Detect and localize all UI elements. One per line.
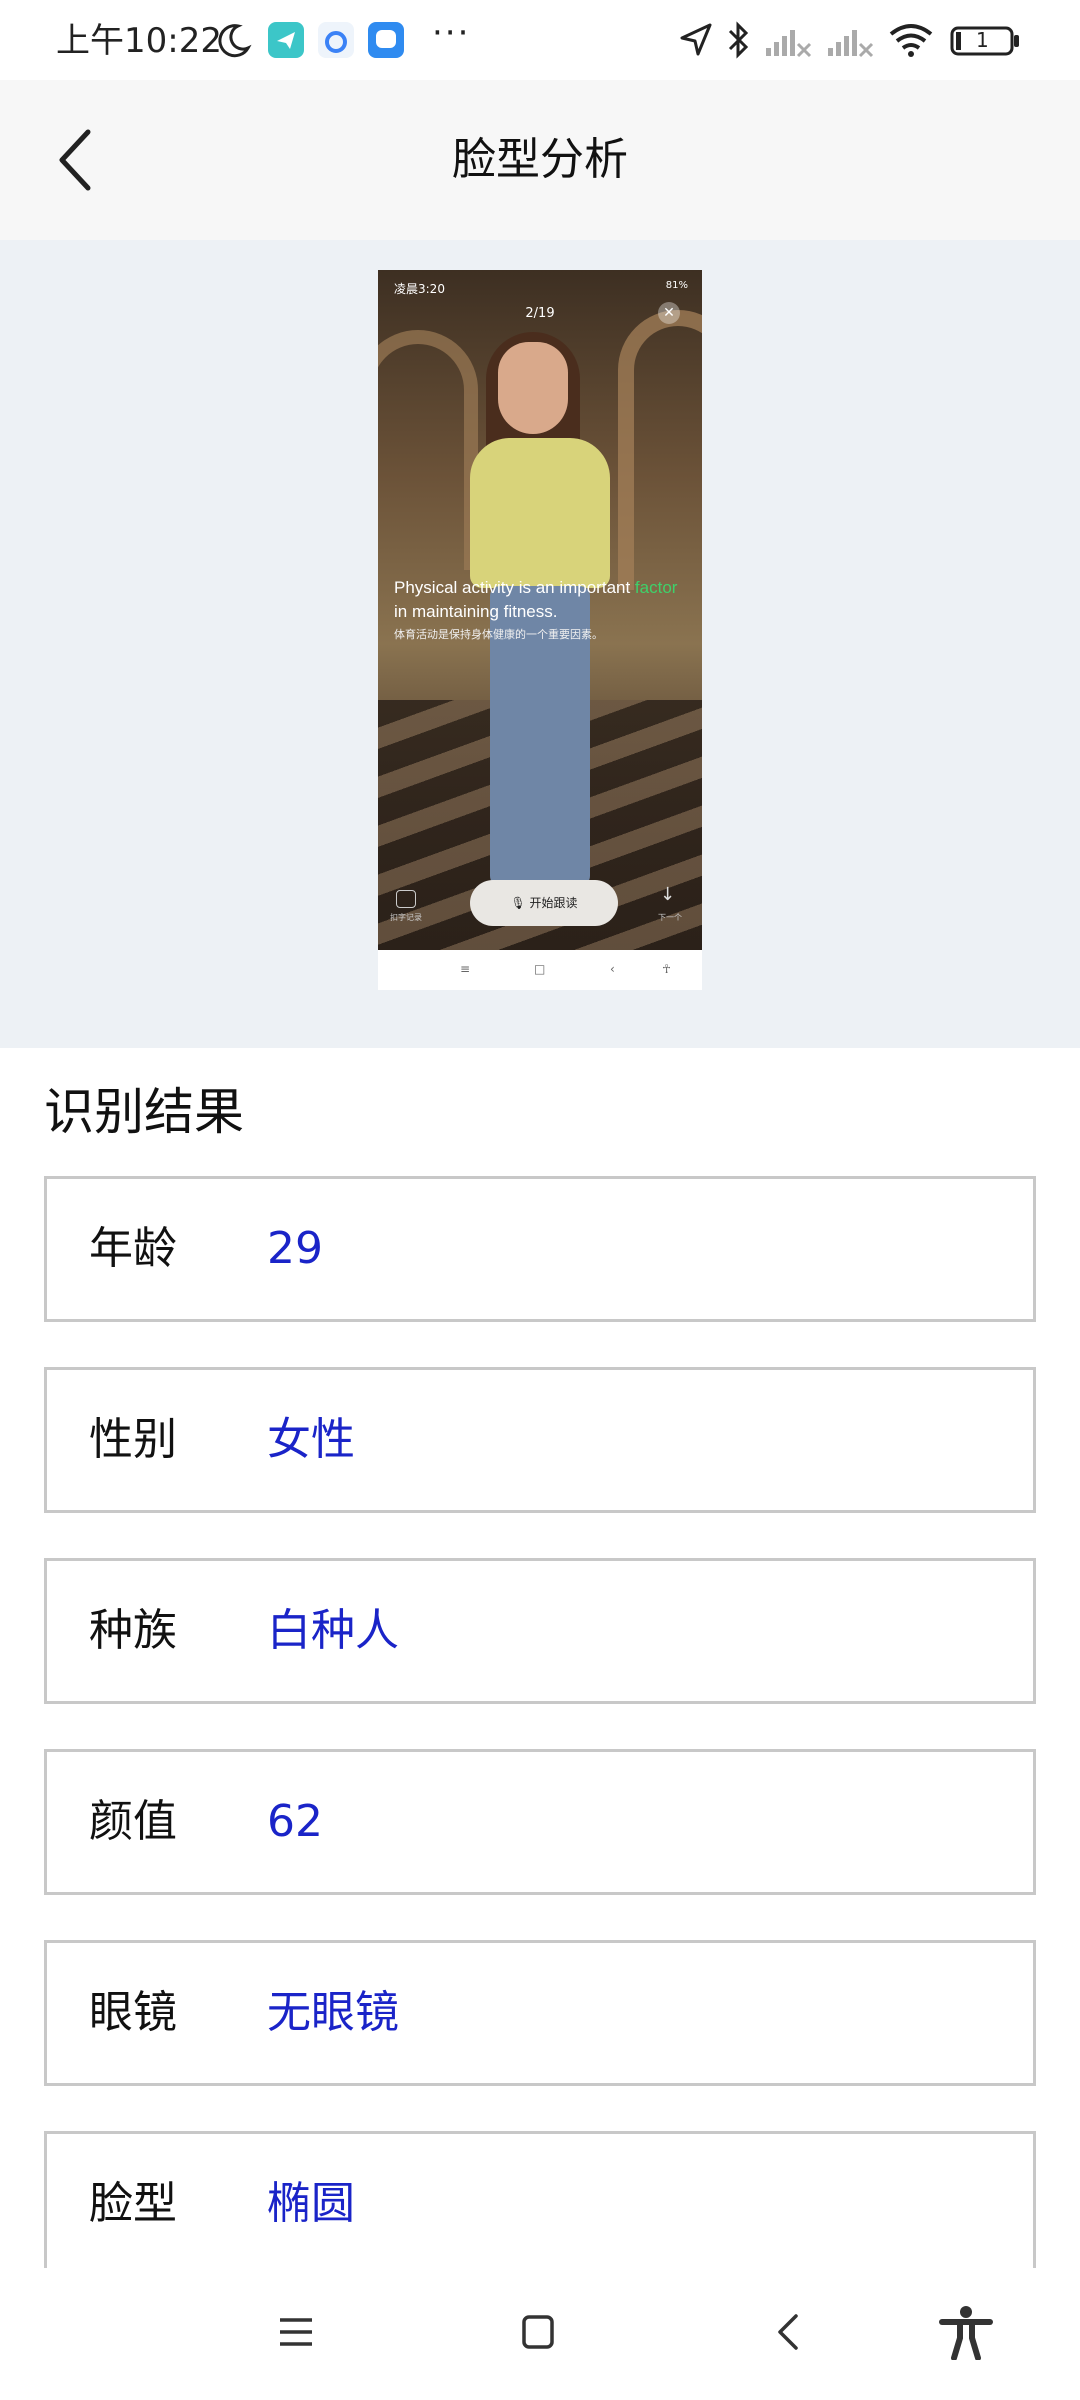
preview-next-icon: ↓ bbox=[660, 884, 676, 905]
result-label: 性别 bbox=[89, 1414, 177, 1465]
location-icon bbox=[676, 20, 716, 64]
preview-menu-icon: ≡ bbox=[460, 962, 471, 976]
image-preview-area: 凌晨3:20 81% 2/19 ✕ Physical activity is a… bbox=[0, 240, 1080, 1048]
result-value: 女性 bbox=[267, 1414, 355, 1465]
arch-decoration bbox=[378, 330, 478, 570]
signal-icon bbox=[764, 20, 814, 64]
results-title: 识别结果 bbox=[44, 1083, 244, 1141]
preview-right-label: 下一个 bbox=[658, 913, 682, 922]
preview-mic-button: 🎙 开始跟读 bbox=[470, 880, 618, 926]
preview-subtitle-en: Physical activity is an important factor… bbox=[394, 578, 678, 621]
preview-record-icon bbox=[396, 890, 416, 908]
menu-icon[interactable] bbox=[276, 2312, 316, 2356]
preview-status-battery: 81% bbox=[665, 280, 688, 291]
preview-navbar: ≡ □ ‹ ☥ bbox=[378, 950, 702, 990]
result-row-gender: 性别 女性 bbox=[44, 1367, 1036, 1513]
back-icon[interactable] bbox=[768, 2312, 808, 2356]
result-row-face-shape: 脸型 椭圆 bbox=[44, 2131, 1036, 2277]
status-bar: 上午10:22 ··· 1 bbox=[0, 0, 1080, 80]
result-row-glasses: 眼镜 无眼镜 bbox=[44, 1940, 1036, 2086]
person-face bbox=[498, 342, 568, 434]
telegram-app-icon bbox=[268, 22, 304, 58]
preview-left-label: 扣字记录 bbox=[390, 913, 422, 922]
preview-home-icon: □ bbox=[534, 962, 546, 976]
chat-app-icon bbox=[368, 22, 404, 58]
battery-level: 1 bbox=[976, 28, 989, 52]
arch-decoration bbox=[618, 310, 702, 590]
result-label: 颜值 bbox=[89, 1796, 177, 1847]
preview-status-time: 凌晨3:20 bbox=[394, 282, 445, 296]
preview-subtitle-cn: 体育活动是保持身体健康的一个重要因素。 bbox=[394, 628, 603, 641]
result-value: 白种人 bbox=[267, 1605, 399, 1656]
page-title: 脸型分析 bbox=[452, 134, 628, 185]
preview-accessibility-icon: ☥ bbox=[662, 962, 671, 976]
more-notifications-icon: ··· bbox=[432, 13, 471, 53]
result-value: 62 bbox=[267, 1796, 323, 1847]
home-icon[interactable] bbox=[518, 2312, 558, 2356]
result-value: 椭圆 bbox=[267, 2178, 355, 2229]
bluetooth-icon bbox=[724, 20, 752, 64]
status-time: 上午10:22 bbox=[56, 21, 222, 61]
result-label: 眼镜 bbox=[89, 1987, 177, 2038]
browser-app-icon bbox=[318, 22, 354, 58]
result-value: 无眼镜 bbox=[267, 1987, 399, 2038]
result-label: 种族 bbox=[89, 1605, 177, 1656]
moon-icon bbox=[214, 22, 252, 64]
signal-icon bbox=[826, 20, 876, 64]
preview-close-icon: ✕ bbox=[658, 302, 680, 324]
system-navbar bbox=[0, 2268, 1080, 2400]
result-row-race: 种族 白种人 bbox=[44, 1558, 1036, 1704]
result-value: 29 bbox=[267, 1223, 323, 1274]
wifi-icon bbox=[888, 20, 934, 64]
preview-counter: 2/19 bbox=[525, 306, 555, 321]
accessibility-icon[interactable] bbox=[938, 2304, 994, 2364]
person-sweater bbox=[470, 438, 610, 588]
analyzed-screenshot[interactable]: 凌晨3:20 81% 2/19 ✕ Physical activity is a… bbox=[378, 270, 702, 990]
preview-back-icon: ‹ bbox=[610, 962, 615, 976]
app-header: 脸型分析 bbox=[0, 80, 1080, 240]
result-label: 年龄 bbox=[89, 1223, 177, 1274]
result-row-age: 年龄 29 bbox=[44, 1176, 1036, 1322]
result-row-beauty: 颜值 62 bbox=[44, 1749, 1036, 1895]
result-label: 脸型 bbox=[89, 2178, 177, 2229]
